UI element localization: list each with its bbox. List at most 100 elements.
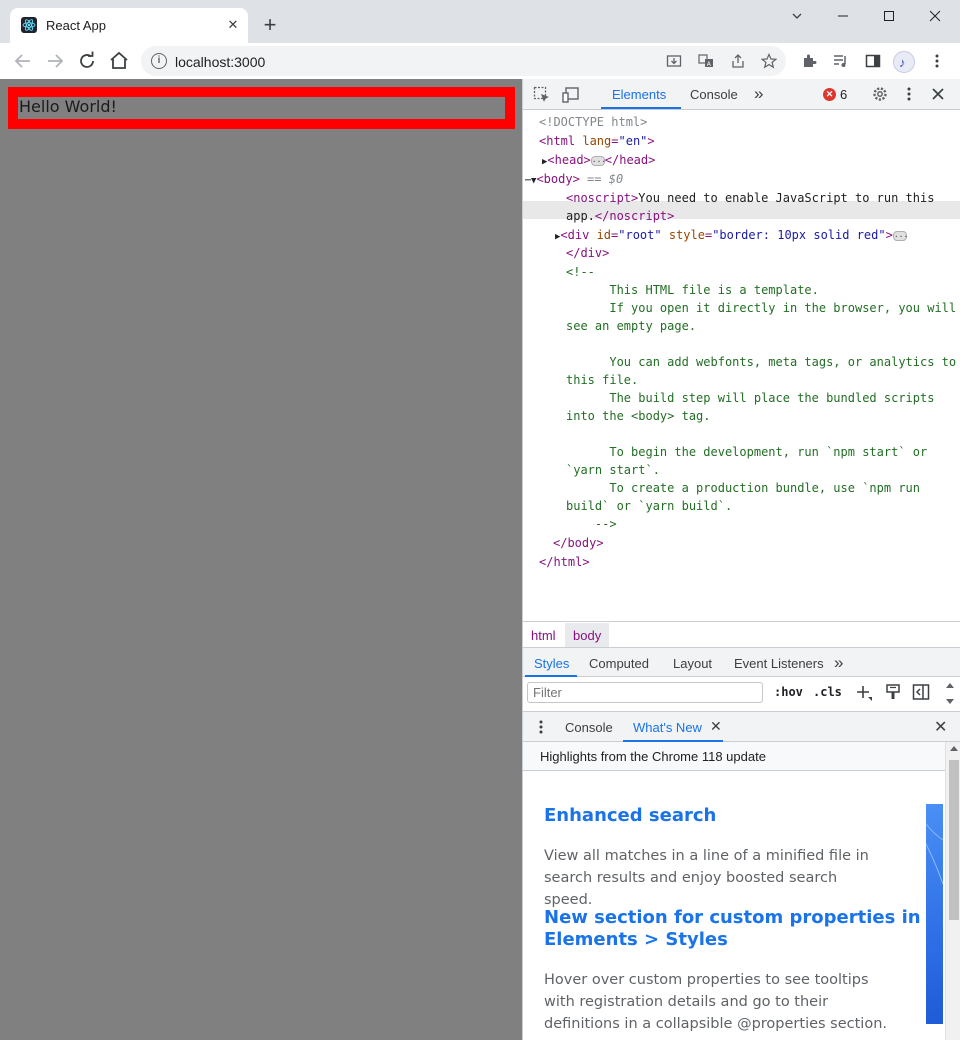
tab-computed[interactable]: Computed <box>589 656 649 671</box>
tab-event-listeners[interactable]: Event Listeners <box>734 656 824 671</box>
minimize-button[interactable] <box>820 4 866 28</box>
device-toolbar-icon[interactable] <box>562 86 580 107</box>
head-line[interactable]: ▶<head>...</head> <box>542 151 655 171</box>
feature-illustration <box>925 804 944 1024</box>
close-devtools-icon[interactable] <box>931 87 945 104</box>
profile-avatar[interactable]: ♪ <box>893 51 915 73</box>
tag-bracket: > <box>885 228 893 242</box>
scroll-down-icon[interactable] <box>946 699 954 704</box>
new-tab-button[interactable]: + <box>259 14 281 36</box>
div-root-line[interactable]: ▶<div id="root" style="border: 10px soli… <box>555 226 908 246</box>
html-open-line[interactable]: <html lang="en"> <box>539 132 655 150</box>
tab-close-icon[interactable]: ✕ <box>224 16 242 34</box>
body-open-tag: <body> <box>536 172 580 186</box>
attr-value: "border: 10px solid red" <box>712 228 886 242</box>
side-panel-icon[interactable] <box>865 53 881 69</box>
error-count[interactable]: 6 <box>840 87 847 102</box>
whats-new-item-title[interactable]: New section for custom properties in <box>544 907 921 929</box>
comment-line: The build step will place the bundled sc… <box>566 391 935 405</box>
new-style-rule-icon[interactable] <box>855 684 873 705</box>
extensions-icon[interactable] <box>801 53 817 69</box>
whats-new-item-text: Hover over custom properties to see tool… <box>544 972 869 988</box>
forward-icon[interactable] <box>43 49 67 73</box>
head-open-tag: <head> <box>547 153 591 167</box>
back-icon[interactable] <box>11 49 35 73</box>
paint-brush-icon[interactable] <box>885 683 901 704</box>
whats-new-item-text: with registration details and go to thei… <box>544 994 829 1010</box>
whats-new-item-title-cont[interactable]: Elements > Styles <box>544 929 728 951</box>
url-text[interactable]: localhost:3000 <box>175 54 265 70</box>
translate-icon[interactable]: A <box>698 53 714 69</box>
scroll-thumb[interactable] <box>949 760 959 920</box>
browser-toolbar: i localhost:3000 A ♪ <box>0 43 960 79</box>
tab-console[interactable]: Console <box>690 87 738 102</box>
close-drawer-icon[interactable]: ✕ <box>934 717 947 737</box>
tag-bracket: > <box>647 134 655 148</box>
maximize-button[interactable] <box>866 4 912 28</box>
collapsed-ellipsis-icon[interactable]: ... <box>590 155 606 166</box>
div-close-line[interactable]: </div> <box>566 244 609 262</box>
noscript-line-1[interactable]: <noscript>You need to enable JavaScript … <box>566 189 934 207</box>
devtools-tabbar: Elements Console » ✕ 6 <box>523 79 960 110</box>
selected-marker: == $0 <box>587 172 624 186</box>
noscript-line-2[interactable]: app.</noscript> <box>566 207 674 225</box>
reload-icon[interactable] <box>75 49 99 73</box>
share-icon[interactable] <box>730 53 746 69</box>
inspect-element-icon[interactable] <box>533 86 551 107</box>
error-icon[interactable]: ✕ <box>823 88 836 101</box>
address-bar[interactable]: i localhost:3000 A <box>141 46 786 76</box>
whats-new-scrollbar[interactable] <box>945 742 960 1040</box>
close-tab-icon[interactable]: ✕ <box>710 718 722 735</box>
doctype-line[interactable]: <!DOCTYPE html> <box>539 113 647 131</box>
breadcrumb-html[interactable]: html <box>531 628 556 643</box>
tab-title: React App <box>46 18 106 33</box>
noscript-open-tag: <noscript> <box>566 191 639 205</box>
devtools-menu-icon[interactable] <box>905 86 913 105</box>
home-icon[interactable] <box>107 49 131 73</box>
breadcrumb-body[interactable]: body <box>573 628 601 643</box>
site-info-icon[interactable]: i <box>151 53 167 69</box>
browser-tab[interactable]: React App ✕ <box>10 8 248 43</box>
devtools-panel: Elements Console » ✕ 6 <!DOCTYPE html> <… <box>522 79 960 1040</box>
toggle-sidebar-icon[interactable] <box>912 683 930 704</box>
scroll-up-icon[interactable] <box>946 683 954 688</box>
styles-filter-input[interactable] <box>527 682 763 703</box>
collapsed-ellipsis-icon[interactable]: ... <box>892 230 908 241</box>
browser-menu-icon[interactable] <box>929 53 945 69</box>
drawer-tab-console[interactable]: Console <box>565 720 613 735</box>
more-tabs-icon[interactable]: » <box>834 653 843 673</box>
comment-line: This HTML file is a template. <box>566 283 819 297</box>
attr-name: style <box>668 228 705 242</box>
body-close-line[interactable]: </body> <box>553 534 604 552</box>
active-tab-indicator <box>601 107 681 109</box>
bookmark-star-icon[interactable] <box>760 53 778 69</box>
tab-search-icon[interactable] <box>774 4 820 28</box>
whats-new-item-title[interactable]: Enhanced search <box>544 805 716 827</box>
breadcrumb: html body <box>523 621 960 647</box>
tab-styles[interactable]: Styles <box>534 656 569 671</box>
hov-toggle[interactable]: :hov <box>774 685 803 699</box>
hello-world-text: Hello World! <box>19 97 117 116</box>
drawer-tabbar: Console What's New ✕ ✕ <box>523 711 960 742</box>
comment-line: If you open it directly in the browser, … <box>566 301 957 315</box>
install-app-icon[interactable] <box>666 53 682 69</box>
body-line[interactable]: ⋯▼<body> == $0 <box>525 170 623 190</box>
head-close-tag: </head> <box>604 153 656 167</box>
media-controls-icon[interactable] <box>833 53 849 69</box>
styles-tabbar: Styles Computed Layout Event Listeners » <box>523 647 960 677</box>
tab-elements[interactable]: Elements <box>612 87 666 102</box>
scroll-up-icon[interactable] <box>950 746 958 751</box>
cls-toggle[interactable]: .cls <box>813 685 842 699</box>
noscript-text: You need to enable JavaScript to run thi… <box>638 191 935 205</box>
html-close-line[interactable]: </html> <box>539 553 590 571</box>
drawer-menu-icon[interactable] <box>537 719 545 738</box>
more-tabs-icon[interactable]: » <box>754 84 763 104</box>
drawer-tab-whats-new[interactable]: What's New <box>633 720 702 735</box>
comment-line: --> <box>566 517 617 531</box>
tab-strip: React App ✕ + <box>0 0 960 43</box>
close-window-button[interactable] <box>912 4 958 28</box>
noscript-text-cont: app. <box>566 209 595 223</box>
attr-equals: = <box>611 134 619 148</box>
settings-gear-icon[interactable] <box>871 85 889 106</box>
tab-layout[interactable]: Layout <box>673 656 712 671</box>
